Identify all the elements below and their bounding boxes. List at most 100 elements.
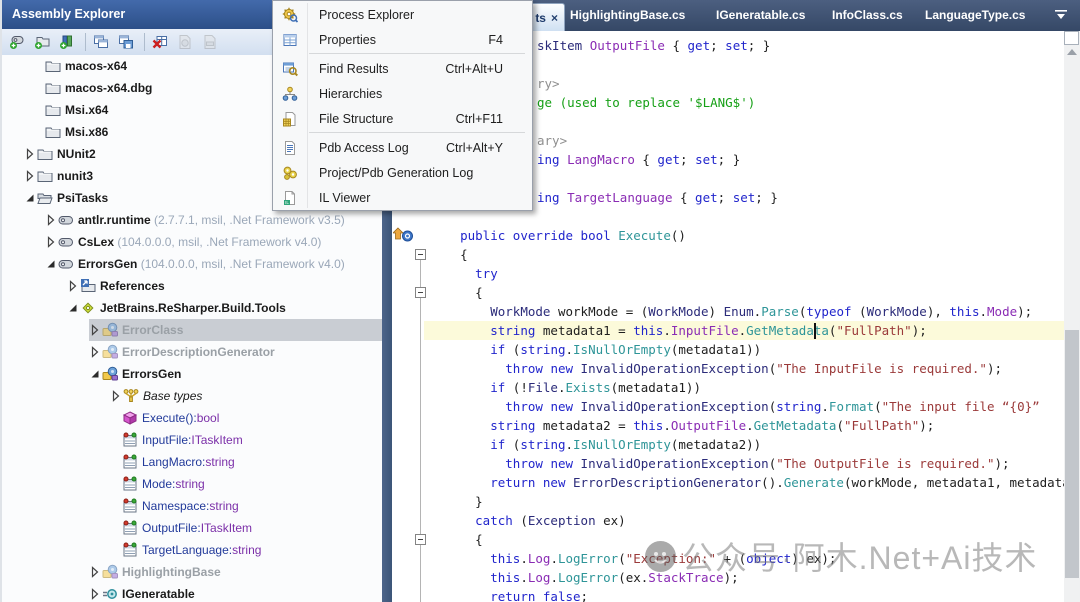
tree-item-errorsgen[interactable]: ErrorsGen xyxy=(2,363,382,385)
tab-highlightingbase-cs[interactable]: HighlightingBase.cs xyxy=(570,0,685,31)
fold-collapse-icon[interactable] xyxy=(415,249,426,260)
code-line-2: ry> xyxy=(537,74,560,93)
chevron-collapsed-icon[interactable] xyxy=(43,234,59,250)
tree-item-errorclass[interactable]: ErrorClass xyxy=(2,319,382,341)
override-gutter-icon[interactable] xyxy=(393,227,415,243)
menu-item-find-results[interactable]: Find ResultsCtrl+Alt+U xyxy=(274,56,531,81)
code-line-16: if (string.IsNullOrEmpty(metadata1)) xyxy=(430,340,761,359)
tree-item-errordescriptiongenerator[interactable]: ErrorDescriptionGenerator xyxy=(2,341,382,363)
tree-item-antlr-runtime[interactable]: antlr.runtime (2.7.7.1, msil, .Net Frame… xyxy=(2,209,382,231)
tree-item-label: CsLex (104.0.0.0, msil, .Net Framework v… xyxy=(78,235,321,249)
tree-item-highlightingbase[interactable]: HighlightingBase xyxy=(2,561,382,583)
tree-item-namespace[interactable]: Namespace:string xyxy=(2,495,382,517)
open-folder-icon[interactable] xyxy=(31,32,53,52)
references-icon xyxy=(80,278,96,294)
tree-item-errorsgen[interactable]: ErrorsGen (104.0.0.0, msil, .Net Framewo… xyxy=(2,253,382,275)
assembly-icon xyxy=(58,234,74,250)
menu-separator xyxy=(309,132,525,133)
file-structure-icon xyxy=(282,111,298,127)
chevron-collapsed-icon[interactable] xyxy=(87,322,103,338)
tree-item-label: antlr.runtime (2.7.7.1, msil, .Net Frame… xyxy=(78,213,345,227)
chevron-collapsed-icon[interactable] xyxy=(22,146,38,162)
tab-close-icon[interactable]: × xyxy=(551,12,558,24)
assembly-info: (104.0.0.0, msil, .Net Framework v4.0) xyxy=(114,235,321,249)
chevron-collapsed-icon[interactable] xyxy=(22,168,38,184)
il-viewer-icon: IL xyxy=(282,190,298,206)
fold-collapse-icon[interactable] xyxy=(415,534,426,545)
code-line-26: { xyxy=(430,530,483,549)
tree-item-references[interactable]: References xyxy=(2,275,382,297)
splitter-box[interactable] xyxy=(1064,31,1079,45)
tree-item-langmacro[interactable]: LangMacro:string xyxy=(2,451,382,473)
chevron-expanded-icon[interactable] xyxy=(43,256,59,272)
tree-item-label: Mode:string xyxy=(142,477,205,491)
code-line-10: public override bool Execute() xyxy=(430,226,686,245)
chevron-expanded-icon[interactable] xyxy=(22,190,38,206)
dotpeek-window: ts × HighlightingBase.cs IGeneratable.cs I… xyxy=(0,0,1080,602)
tree-item-label: macos-x64.dbg xyxy=(65,81,152,95)
tree-item-jetbrains-resharper-build-tools[interactable]: JetBrains.ReSharper.Build.Tools xyxy=(2,297,382,319)
menu-item-file-structure[interactable]: File StructureCtrl+F11 xyxy=(274,106,531,131)
editor-vertical-scrollbar[interactable] xyxy=(1064,31,1080,602)
close-assembly-icon[interactable] xyxy=(149,32,171,52)
folder-icon xyxy=(45,80,61,96)
windows-icon[interactable] xyxy=(90,32,112,52)
code-line-21: if (string.IsNullOrEmpty(metadata2)) xyxy=(430,435,761,454)
process-explorer-icon xyxy=(282,7,298,23)
tab-igeneratable-cs[interactable]: IGeneratable.cs xyxy=(716,0,805,31)
open-file-icon[interactable] xyxy=(6,32,28,52)
menu-item-project-pdb-generation-log[interactable]: Project/Pdb Generation Log xyxy=(274,160,531,185)
tree-item-base-types[interactable]: Base types xyxy=(2,385,382,407)
scrollbar-thumb[interactable] xyxy=(1065,330,1079,578)
tab-infoclass-cs[interactable]: InfoClass.cs xyxy=(832,0,903,31)
chevron-collapsed-icon[interactable] xyxy=(65,278,81,294)
fold-collapse-icon[interactable] xyxy=(415,287,426,298)
toolbar-separator xyxy=(144,33,145,51)
tree-item-label: ErrorsGen (104.0.0.0, msil, .Net Framewo… xyxy=(78,257,345,271)
open-nuget-icon[interactable] xyxy=(56,32,78,52)
assembly-icon xyxy=(58,212,74,228)
chevron-collapsed-icon[interactable] xyxy=(87,586,103,602)
code-line-18: if (!File.Exists(metadata1)) xyxy=(430,378,701,397)
folder-icon xyxy=(45,124,61,140)
project-pdb-generation-log-icon xyxy=(282,165,298,181)
code-line-3: ge (used to replace '$LANG$') xyxy=(537,93,755,112)
chevron-collapsed-icon[interactable] xyxy=(43,212,59,228)
property-icon xyxy=(122,498,138,514)
code-line-27: this.Log.LogError("Exception:" + (object… xyxy=(430,549,836,568)
scroll-up-icon[interactable] xyxy=(1067,49,1077,55)
tree-item-igeneratable[interactable]: IGeneratable xyxy=(2,583,382,602)
tree-item-label: ErrorsGen xyxy=(122,367,181,381)
tree-item-cslex[interactable]: CsLex (104.0.0.0, msil, .Net Framework v… xyxy=(2,231,382,253)
menu-item-hierarchies[interactable]: Hierarchies xyxy=(274,81,531,106)
tab-list-dropdown-icon[interactable] xyxy=(1054,9,1068,22)
chevron-collapsed-icon[interactable] xyxy=(87,564,103,580)
save-all-icon[interactable] xyxy=(115,32,137,52)
menu-shortcut: F4 xyxy=(488,33,503,47)
tree-item-outputfile[interactable]: OutputFile:ITaskItem xyxy=(2,517,382,539)
tab-languagetype-cs[interactable]: LanguageType.cs xyxy=(925,0,1025,31)
tree-item-label: NUnit2 xyxy=(57,147,96,161)
menu-item-label: Properties xyxy=(319,33,376,47)
menu-item-properties[interactable]: Properties F4 xyxy=(274,27,531,52)
code-line-23: return new ErrorDescriptionGenerator().G… xyxy=(430,473,1064,492)
tree-item-targetlanguage[interactable]: TargetLanguage:string xyxy=(2,539,382,561)
tree-item-execute[interactable]: Execute():bool xyxy=(2,407,382,429)
tree-item-mode[interactable]: Mode:string xyxy=(2,473,382,495)
active-tab-label: ts xyxy=(535,11,546,25)
menu-item-il-viewer[interactable]: ILIL Viewer xyxy=(274,185,531,210)
chevron-expanded-icon[interactable] xyxy=(87,366,103,382)
tree-item-label: Msi.x86 xyxy=(65,125,108,139)
tree-item-label: Msi.x64 xyxy=(65,103,108,117)
method-icon xyxy=(122,410,138,426)
chevron-collapsed-icon[interactable] xyxy=(87,344,103,360)
menu-separator xyxy=(309,53,525,54)
code-line-29: return false; xyxy=(430,587,588,602)
tree-item-inputfile[interactable]: InputFile:ITaskItem xyxy=(2,429,382,451)
chevron-expanded-icon[interactable] xyxy=(65,300,81,316)
chevron-collapsed-icon[interactable] xyxy=(108,388,124,404)
code-line-28: this.Log.LogError(ex.StackTrace); xyxy=(430,568,739,587)
menu-item-process-explorer[interactable]: Process Explorer xyxy=(274,2,531,27)
menu-item-pdb-access-log[interactable]: Pdb Access LogCtrl+Alt+Y xyxy=(274,135,531,160)
interface-icon xyxy=(102,586,118,602)
